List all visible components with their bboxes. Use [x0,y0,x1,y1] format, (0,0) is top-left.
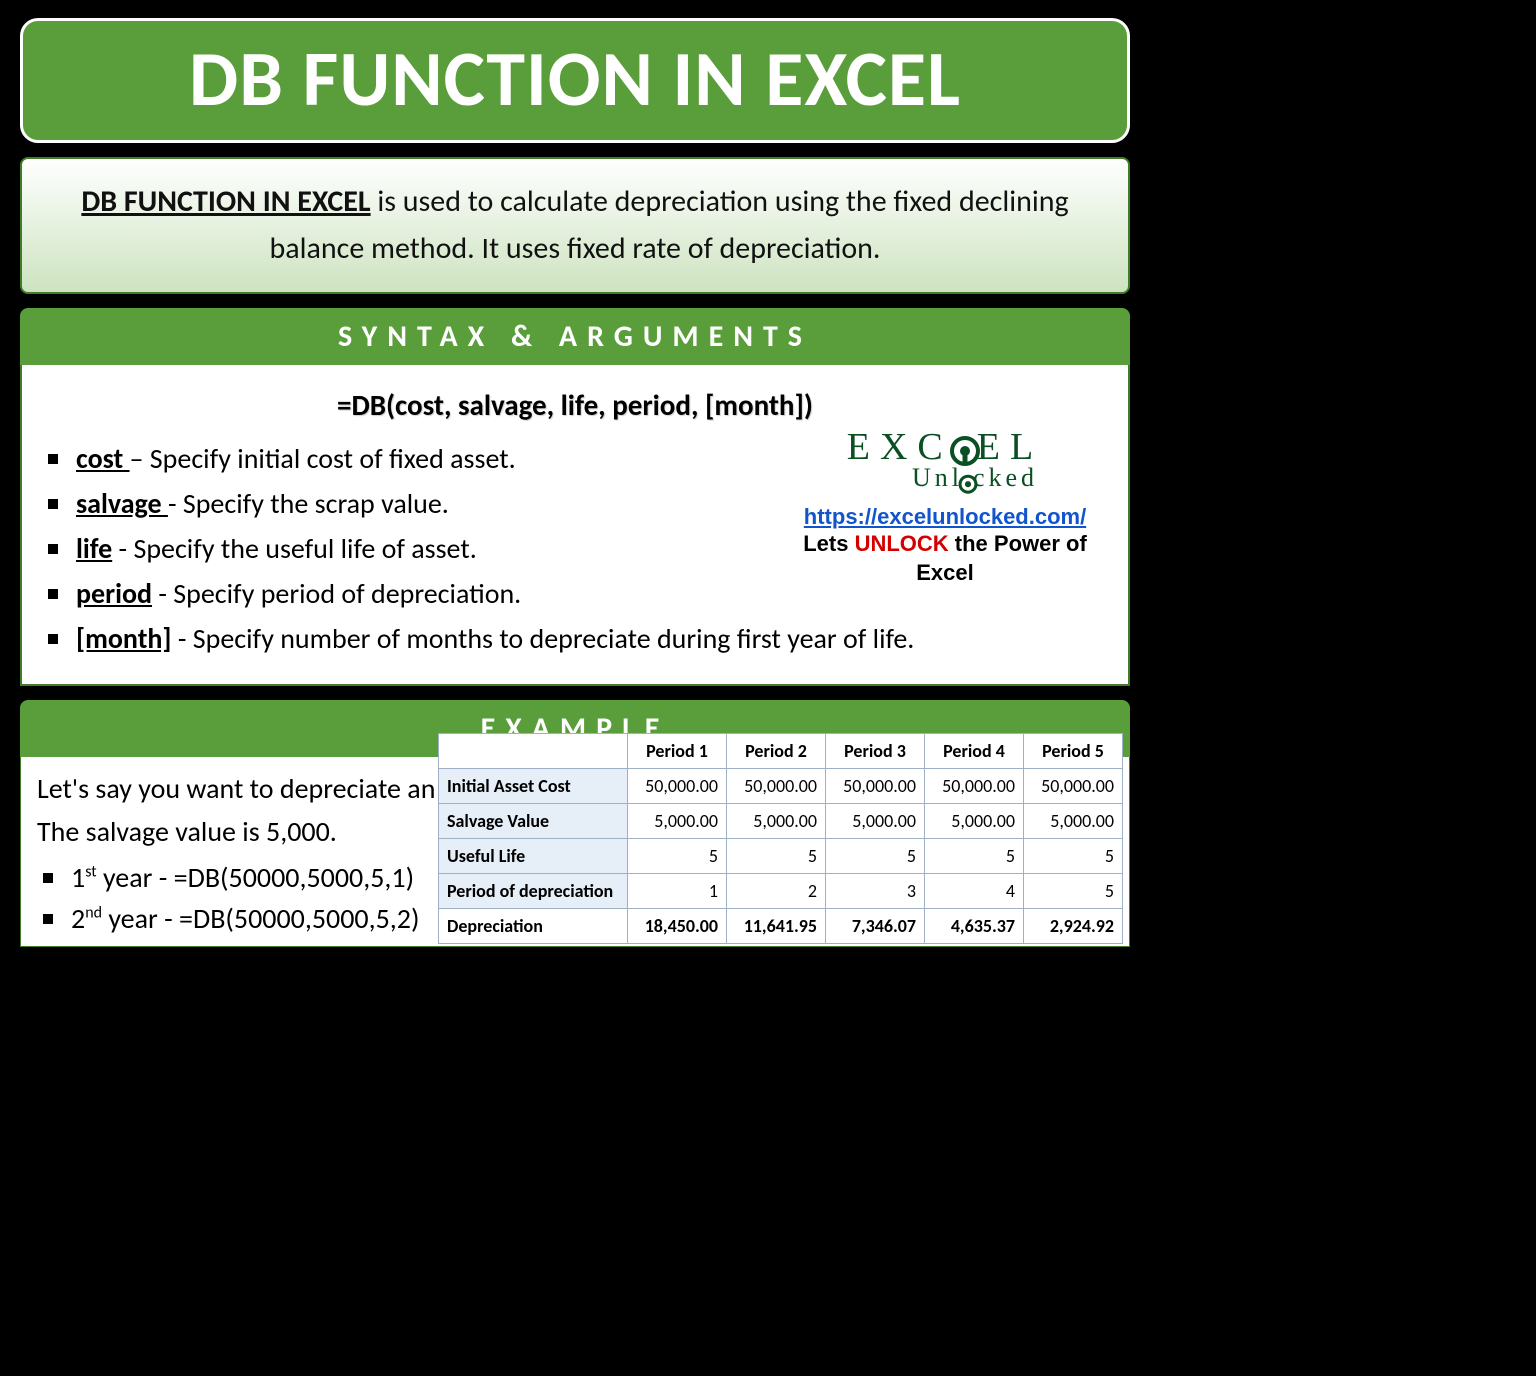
table-header: Period 4 [925,733,1024,768]
example-table: Period 1 Period 2 Period 3 Period 4 Peri… [438,733,1123,944]
logo-link[interactable]: https://excelunlocked.com/ [790,504,1100,530]
intro-emphasis: DB FUNCTION IN EXCEL [81,183,370,220]
formula-text: =DB(cost, salvage, life, period, [month]… [42,387,1108,423]
logo-block: EXCEL Unlcked https://excelunlocked.com/… [790,425,1100,587]
table-header: Period 2 [727,733,826,768]
intro-text: is used to calculate depreciation using … [269,183,1068,267]
table-header: Period 3 [826,733,925,768]
table-row: Useful Life 5 5 5 5 5 [439,838,1123,873]
section-body-syntax: =DB(cost, salvage, life, period, [month]… [20,365,1130,686]
table-row: Salvage Value 5,000.00 5,000.00 5,000.00… [439,803,1123,838]
logo-tagline: Lets UNLOCK the Power of Excel [790,530,1100,587]
intro-box: DB FUNCTION IN EXCEL is used to calculat… [20,157,1130,294]
page-title-bar: DB FUNCTION IN EXCEL [20,18,1130,143]
table-header: Period 1 [628,733,727,768]
section-body-example: Let's say you want to depreciate an asse… [20,757,1130,947]
table-corner [439,733,628,768]
arg-item: [month] - Specify number of months to de… [42,621,1108,656]
table-header-row: Period 1 Period 2 Period 3 Period 4 Peri… [439,733,1123,768]
page-title: DB FUNCTION IN EXCEL [23,31,1127,126]
table-row: Initial Asset Cost 50,000.00 50,000.00 5… [439,768,1123,803]
table-row: Period of depreciation 1 2 3 4 5 [439,873,1123,908]
table-header: Period 5 [1024,733,1123,768]
table-row: Depreciation 18,450.00 11,641.95 7,346.0… [439,908,1123,943]
section-header-syntax: SYNTAX & ARGUMENTS [20,308,1130,365]
logo-sub: Unlcked [790,463,1100,494]
